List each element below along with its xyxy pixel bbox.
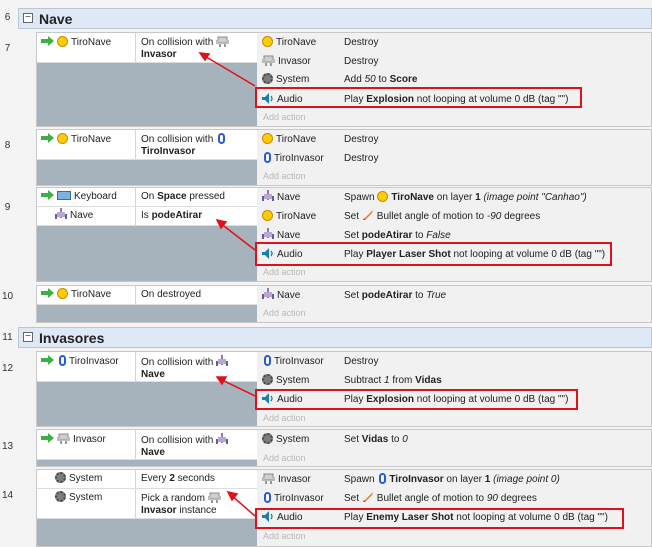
arrow-head [215, 376, 228, 386]
arrow-line [230, 494, 256, 517]
arrow-head [198, 52, 211, 62]
annotation-arrows [198, 52, 256, 517]
arrow-line [202, 54, 256, 87]
arrow-line [219, 222, 256, 251]
arrow-line [219, 378, 256, 397]
